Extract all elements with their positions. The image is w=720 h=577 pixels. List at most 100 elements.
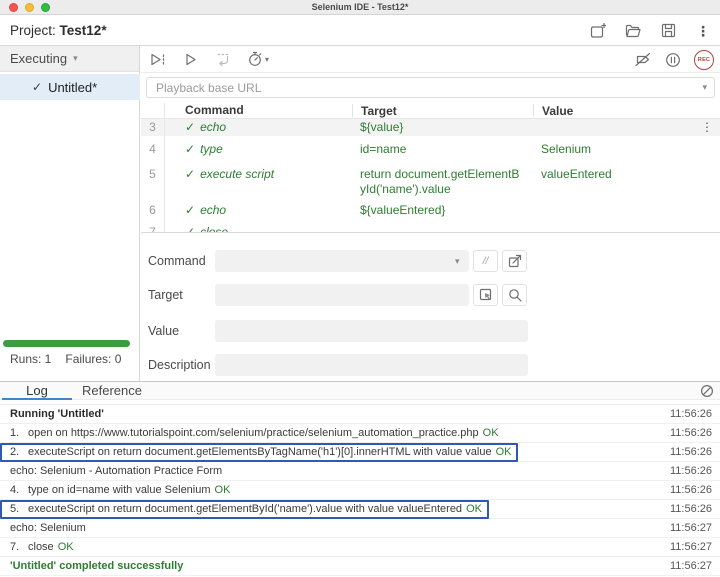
log-timestamp: 11:56:26 <box>669 503 712 515</box>
rec-label: REC <box>697 56 711 63</box>
test-name-label: Untitled* <box>48 79 98 95</box>
value-input[interactable] <box>215 320 528 342</box>
check-icon: ✓ <box>32 80 43 94</box>
table-row-type[interactable]: 4 ✓ type id=name Selenium <box>141 136 720 162</box>
new-project-button[interactable] <box>589 22 607 40</box>
project-name: Test12* <box>59 22 107 38</box>
row-number: 7 <box>141 223 165 232</box>
description-input[interactable] <box>215 354 528 376</box>
log-entry: echo: Selenium 11:56:27 <box>0 519 720 538</box>
record-button[interactable]: REC <box>694 49 714 70</box>
log-tabbar: Log Reference <box>0 382 720 400</box>
log-timestamp: 11:56:26 <box>669 484 712 496</box>
description-field-label: Description <box>148 358 211 372</box>
open-project-button[interactable] <box>624 22 642 40</box>
select-target-in-page-button[interactable] <box>473 284 498 306</box>
app-header: Project: Test12* ⋮ <box>0 15 720 46</box>
tab-reference[interactable]: Reference <box>74 382 150 400</box>
sidebar-item-untitled-test[interactable]: ✓ Untitled* <box>0 74 140 100</box>
open-in-new-window-button[interactable] <box>502 250 527 272</box>
target-cell: ${value} <box>360 120 404 134</box>
playback-toolbar: ▾ REC <box>141 46 720 73</box>
project-label: Project: <box>10 22 56 38</box>
row-number: 5 <box>141 162 165 197</box>
target-cell: ${valueEntered} <box>360 203 446 217</box>
log-entry-highlighted: 2. executeScript on return document.getEl… <box>0 443 720 462</box>
target-input[interactable] <box>215 284 469 306</box>
table-row-execute-script[interactable]: 5 ✓ execute script return document.getEle… <box>141 162 720 197</box>
command-field-label: Command <box>148 254 206 268</box>
sidebar-state-dropdown[interactable]: Executing ▾ <box>0 46 139 72</box>
playback-base-url-input[interactable] <box>146 77 715 98</box>
log-panel: Log Reference Running 'Untitled' 11:56:2… <box>0 381 720 577</box>
table-row-echo-value[interactable]: 3 ✓ echo ${value} ⋮ <box>141 119 720 136</box>
tab-log[interactable]: Log <box>2 382 72 400</box>
pause-on-exceptions-button[interactable] <box>665 52 681 68</box>
toggle-comment-button[interactable]: // <box>473 250 498 272</box>
pause-circle-icon <box>665 52 681 68</box>
find-target-button[interactable] <box>502 284 527 306</box>
log-entry: 1. open on https://www.tutorialspoint.com… <box>0 424 720 443</box>
disable-breakpoints-button[interactable] <box>634 52 652 67</box>
save-project-button[interactable] <box>659 22 677 40</box>
log-entry: 'Untitled' completed successfully 11:56:… <box>0 557 720 576</box>
table-row-echo-valueentered[interactable]: 6 ✓ echo ${valueEntered} <box>141 197 720 223</box>
run-current-test-button[interactable] <box>184 52 198 67</box>
minimize-window-button[interactable] <box>25 3 34 12</box>
select-target-icon <box>479 288 493 302</box>
kebab-menu-icon: ⋮ <box>696 22 710 39</box>
row-number: 4 <box>141 136 165 162</box>
log-list: Running 'Untitled' 11:56:26 1. open on ht… <box>0 400 720 577</box>
sidebar-state-label: Executing <box>10 51 68 66</box>
log-entry: 7. close OK 11:56:27 <box>0 538 720 557</box>
row-number: 3 <box>141 119 165 136</box>
close-window-button[interactable] <box>9 3 18 12</box>
chevron-down-icon: ▾ <box>73 53 78 63</box>
test-speed-button[interactable]: ▾ <box>248 51 269 67</box>
window-title: Selenium IDE - Test12* <box>311 1 409 12</box>
step-over-icon <box>215 52 231 67</box>
clear-log-icon <box>700 384 714 398</box>
disable-breakpoints-icon <box>634 52 652 67</box>
step-over-button[interactable] <box>215 52 231 67</box>
log-timestamp: 11:56:26 <box>669 446 712 458</box>
main-panel: ▾ REC ▾ <box>141 46 720 381</box>
target-cell: id=name <box>360 142 407 156</box>
log-entry: 4. type on id=name with value Selenium OK … <box>0 481 720 500</box>
commands-table: 3 ✓ echo ${value} ⋮ 4 ✓ type id=name Selen… <box>141 119 720 232</box>
search-icon <box>508 288 522 302</box>
log-entry-highlighted: 5. executeScript on return document.getEl… <box>0 500 720 519</box>
runs-count: Runs: 1 <box>10 352 52 366</box>
play-icon <box>184 52 198 67</box>
table-row-close[interactable]: 7 ✓ close <box>141 223 720 232</box>
log-timestamp: 11:56:27 <box>669 541 712 553</box>
value-cell: Selenium <box>541 142 592 156</box>
check-icon: ✓ <box>185 225 196 232</box>
check-icon: ✓ <box>185 120 196 134</box>
project-menu-button[interactable]: ⋮ <box>694 22 712 40</box>
command-select[interactable] <box>215 250 469 272</box>
project-title: Project: Test12* <box>10 23 107 38</box>
command-cell: echo <box>200 120 227 134</box>
row-number: 6 <box>141 197 165 223</box>
comment-slashes-icon: // <box>482 255 489 267</box>
value-field-label: Value <box>148 324 180 338</box>
run-progress-bar <box>3 340 130 347</box>
selenium-ide-window: Selenium IDE - Test12* Project: Test12* … <box>0 0 720 577</box>
command-cell: echo <box>200 203 227 217</box>
run-all-tests-button[interactable] <box>150 52 167 67</box>
zoom-window-button[interactable] <box>41 3 50 12</box>
failures-count: Failures: 0 <box>65 352 122 366</box>
row-kebab-menu[interactable]: ⋮ <box>700 119 720 136</box>
chevron-down-icon: ▾ <box>265 54 270 64</box>
run-stats: Runs: 1 Failures: 0 <box>10 352 135 366</box>
open-new-window-icon <box>508 254 522 268</box>
save-icon <box>661 23 676 38</box>
log-timestamp: 11:56:27 <box>669 560 712 572</box>
command-cell: type <box>200 142 223 156</box>
clear-log-button[interactable] <box>700 384 714 398</box>
check-icon: ✓ <box>185 203 196 217</box>
command-cell: close <box>200 225 229 232</box>
column-header-value: Value <box>533 104 700 118</box>
log-timestamp: 11:56:27 <box>669 522 712 534</box>
